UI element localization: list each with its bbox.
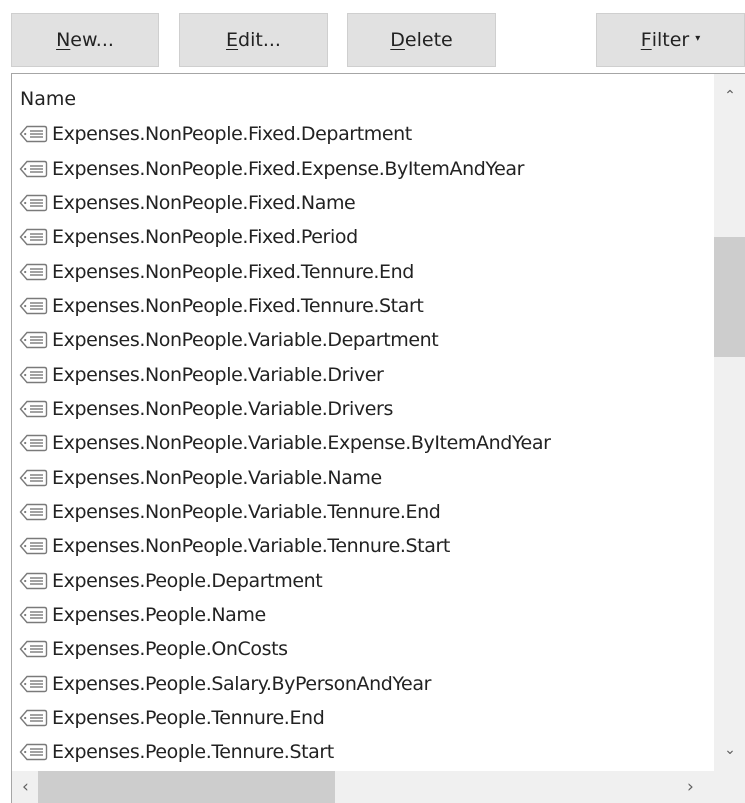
dropdown-caret-icon: ▾: [695, 32, 701, 44]
list-item[interactable]: Expenses.People.Salary.ByPersonAndYear: [12, 667, 712, 701]
list-item[interactable]: Expenses.People.OnCosts: [12, 632, 712, 666]
edit-button-mnemonic: E: [226, 29, 239, 51]
horizontal-scroll-thumb[interactable]: [38, 771, 335, 803]
scroll-right-icon[interactable]: ›: [687, 777, 694, 797]
names-list[interactable]: Name Expenses.NonPeople.Fixed.Department…: [11, 73, 745, 803]
list-item-label: Expenses.NonPeople.Fixed.Period: [52, 226, 358, 249]
named-range-icon: [19, 332, 48, 349]
list-item-label: Expenses.NonPeople.Variable.Department: [52, 329, 439, 352]
named-range-icon: [19, 366, 48, 383]
list-rows: Expenses.NonPeople.Fixed.Department Expen…: [12, 117, 712, 770]
list-item-label: Expenses.NonPeople.Fixed.Tennure.End: [52, 260, 414, 283]
list-item[interactable]: Expenses.NonPeople.Variable.Expense.ByIt…: [12, 426, 712, 460]
vertical-scrollbar[interactable]: ⌃ ⌄: [714, 74, 745, 771]
list-item-label: Expenses.People.Department: [52, 569, 323, 592]
filter-button[interactable]: Filter ▾: [596, 13, 745, 67]
new-button[interactable]: New...: [11, 13, 159, 67]
horizontal-scrollbar[interactable]: ‹ ›: [12, 771, 714, 803]
list-item-label: Expenses.NonPeople.Variable.Tennure.End: [52, 500, 441, 523]
list-item-label: Expenses.NonPeople.Variable.Expense.ByIt…: [52, 432, 551, 455]
delete-button[interactable]: Delete: [347, 13, 496, 67]
named-range-icon: [19, 641, 48, 658]
new-button-label: ew...: [70, 29, 114, 51]
scroll-down-icon[interactable]: ⌄: [714, 742, 745, 758]
list-item[interactable]: Expenses.NonPeople.Fixed.Name: [12, 186, 712, 220]
named-range-icon: [19, 194, 48, 212]
list-item-label: Expenses.People.Tennure.Start: [52, 741, 334, 764]
list-item-label: Expenses.People.Salary.ByPersonAndYear: [52, 672, 431, 695]
named-range-icon: [19, 503, 48, 521]
named-range-icon: [19, 435, 48, 452]
list-item-label: Expenses.NonPeople.Variable.Drivers: [52, 397, 393, 420]
named-range-icon: [19, 709, 48, 727]
list-item[interactable]: Expenses.NonPeople.Variable.Tennure.Star…: [12, 529, 712, 563]
list-item-label: Expenses.NonPeople.Fixed.Name: [52, 191, 356, 214]
list-item[interactable]: Expenses.NonPeople.Variable.Department: [12, 323, 712, 357]
list-item-label: Expenses.NonPeople.Variable.Driver: [52, 363, 384, 386]
delete-button-mnemonic: D: [390, 29, 405, 51]
list-item[interactable]: Expenses.NonPeople.Variable.Name: [12, 460, 712, 494]
list-item-label: Expenses.NonPeople.Variable.Name: [52, 466, 382, 489]
list-item-label: Expenses.NonPeople.Fixed.Tennure.Start: [52, 294, 424, 317]
scroll-left-icon[interactable]: ‹: [22, 777, 29, 797]
filter-button-mnemonic: F: [640, 29, 652, 51]
scrollbar-corner: [714, 771, 745, 803]
list-item[interactable]: Expenses.People.Name: [12, 598, 712, 632]
named-range-icon: [19, 400, 48, 418]
filter-button-label: ilter: [651, 29, 690, 51]
list-item[interactable]: Expenses.NonPeople.Variable.Drivers: [12, 392, 712, 426]
named-range-icon: [19, 606, 48, 624]
vertical-scroll-thumb[interactable]: [714, 237, 745, 357]
list-item[interactable]: Expenses.NonPeople.Fixed.Tennure.End: [12, 254, 712, 288]
list-item[interactable]: Expenses.People.Tennure.Start: [12, 735, 712, 769]
list-item[interactable]: Expenses.NonPeople.Fixed.Department: [12, 117, 712, 151]
list-item[interactable]: Expenses.NonPeople.Variable.Tennure.End: [12, 495, 712, 529]
named-range-icon: [19, 125, 48, 143]
named-range-icon: [19, 469, 48, 486]
named-range-icon: [19, 675, 48, 692]
list-item-label: Expenses.NonPeople.Fixed.Expense.ByItemA…: [52, 157, 525, 180]
list-item[interactable]: Expenses.NonPeople.Fixed.Period: [12, 220, 712, 254]
edit-button[interactable]: Edit...: [179, 13, 328, 67]
list-item-label: Expenses.People.Tennure.End: [52, 707, 325, 730]
list-item[interactable]: Expenses.People.Department: [12, 563, 712, 597]
named-range-icon: [19, 538, 48, 555]
list-item[interactable]: Expenses.NonPeople.Variable.Driver: [12, 357, 712, 391]
named-range-icon: [19, 297, 48, 315]
list-item-label: Expenses.People.Name: [52, 603, 266, 626]
named-range-icon: [19, 229, 48, 246]
delete-button-label: elete: [404, 29, 453, 51]
named-range-icon: [19, 744, 48, 761]
named-range-icon: [19, 263, 48, 280]
named-range-icon: [19, 572, 48, 589]
edit-button-label: dit...: [238, 29, 281, 51]
name-column-header[interactable]: Name: [20, 88, 76, 110]
list-item-label: Expenses.People.OnCosts: [52, 638, 288, 661]
list-item[interactable]: Expenses.People.Tennure.End: [12, 701, 712, 735]
list-item[interactable]: Expenses.NonPeople.Fixed.Expense.ByItemA…: [12, 151, 712, 185]
list-item-label: Expenses.NonPeople.Fixed.Department: [52, 123, 412, 146]
scroll-up-icon[interactable]: ⌃: [714, 88, 745, 104]
named-range-icon: [19, 160, 48, 177]
list-item[interactable]: Expenses.NonPeople.Fixed.Tennure.Start: [12, 289, 712, 323]
new-button-mnemonic: N: [56, 29, 71, 51]
list-item-label: Expenses.NonPeople.Variable.Tennure.Star…: [52, 535, 450, 558]
